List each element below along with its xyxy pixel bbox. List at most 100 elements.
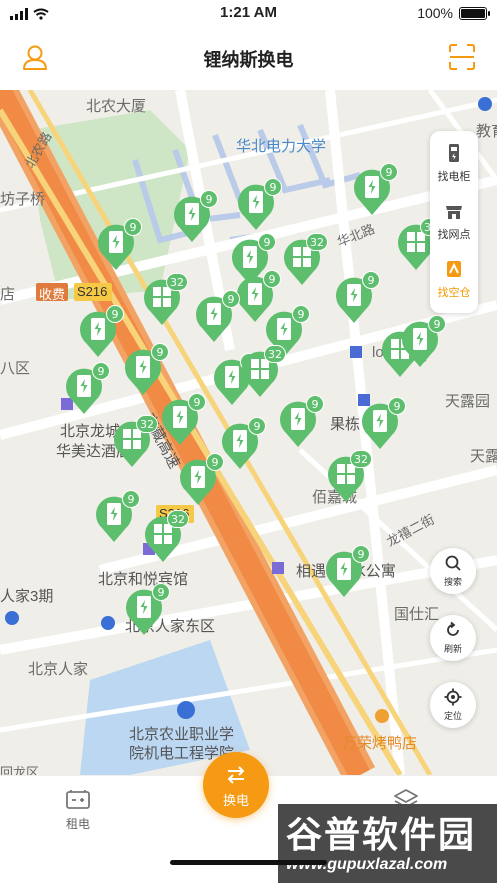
pin-count-badge: 9 [428, 315, 446, 333]
swap-arrows-icon [227, 766, 245, 784]
cabinet-icon [449, 144, 459, 162]
pin-count-badge: 9 [388, 397, 406, 415]
station-pin[interactable]: 9 [278, 395, 324, 448]
nav-bar: 锂纳斯换电 [0, 28, 497, 90]
pin-count-badge: 9 [362, 271, 380, 289]
locate-button[interactable]: 定位 [430, 682, 476, 728]
pin-count-badge: 32 [136, 415, 158, 433]
station-pin[interactable]: 9 [400, 315, 446, 368]
station-pin[interactable]: 9 [123, 343, 169, 396]
find-empty-slot-label: 找空仓 [437, 287, 471, 299]
map-label: 店 [0, 286, 16, 303]
pin-count-badge: 9 [188, 393, 206, 411]
map-label: 八区 [0, 360, 31, 377]
pin-count-badge: 9 [106, 305, 124, 323]
watermark-url: www.gupuxlazal.com [286, 856, 448, 873]
pin-count-badge: 32 [264, 345, 286, 363]
station-pin[interactable]: 32 [326, 450, 372, 503]
empty-slot-icon [447, 261, 461, 277]
station-pin[interactable]: 9 [78, 305, 124, 358]
station-pin[interactable]: 9 [96, 218, 142, 271]
map-label: 万荣烤鸭店 [342, 735, 418, 752]
station-pin[interactable]: 32 [282, 233, 328, 286]
pin-count-badge: 9 [152, 583, 170, 601]
map-label: 北农大厦 [86, 98, 147, 115]
pin-count-badge: 9 [92, 362, 110, 380]
find-empty-slot-button[interactable]: 找空仓 [430, 251, 478, 309]
map-label: 北京人家 [28, 661, 89, 678]
pin-count-badge: 9 [352, 545, 370, 563]
pin-count-badge: 9 [151, 343, 169, 361]
tab-rent-label: 租电 [65, 817, 90, 831]
watermark-title: 谷普软件园 [286, 814, 477, 855]
station-pin[interactable]: 9 [236, 178, 282, 231]
pin-count-badge: 9 [258, 233, 276, 251]
map-view[interactable]: 北农大厦 华北电力大学 北农路 华北路 收费 S216 北京龙城 华美达酒店 京… [0, 90, 497, 775]
route-label: S216 [77, 284, 108, 299]
map-label: 北京龙城 [60, 423, 121, 440]
find-cabinet-button[interactable]: 找电柜 [430, 135, 478, 193]
find-store-button[interactable]: 找网点 [430, 193, 478, 251]
swap-label: 换电 [222, 793, 249, 808]
station-pin[interactable]: 9 [64, 362, 110, 415]
pin-count-badge: 9 [248, 417, 266, 435]
station-pin[interactable]: 9 [194, 290, 240, 343]
store-icon [446, 206, 462, 219]
pin-count-badge: 9 [222, 290, 240, 308]
pin-count-badge: 32 [166, 273, 188, 291]
station-pin[interactable]: 9 [94, 490, 140, 543]
filter-panel: 找电柜 找网点 找空仓 [430, 131, 478, 313]
battery-rent-icon [66, 790, 90, 809]
map-label: 华北电力大学 [236, 138, 327, 155]
pin-count-badge: 32 [306, 233, 328, 251]
map-label: 天露 [470, 448, 497, 465]
battery-icon [459, 7, 490, 20]
watermark: 谷普软件园 www.gupuxlazal.com [278, 804, 497, 883]
search-label: 搜索 [443, 577, 462, 587]
pin-count-badge: 9 [124, 218, 142, 236]
refresh-label: 刷新 [443, 644, 462, 654]
pin-count-badge: 9 [380, 163, 398, 181]
toll-label: 收费 [39, 287, 66, 302]
station-pin[interactable]: 9 [178, 453, 224, 506]
station-pin[interactable]: 9 [352, 163, 398, 216]
pin-count-badge: 9 [264, 178, 282, 196]
map-label: 教育 [476, 123, 497, 140]
map-label: 果栋 [330, 416, 361, 433]
pin-count-badge: 9 [122, 490, 140, 508]
map-label: 北京农业职业学 [129, 726, 235, 743]
station-pin[interactable]: 32 [112, 415, 158, 468]
station-pin[interactable]: 9 [360, 397, 406, 450]
home-indicator [170, 860, 327, 865]
station-pin[interactable]: 9 [334, 271, 380, 324]
pin-count-badge: 9 [263, 270, 281, 288]
locate-icon [444, 688, 462, 706]
map-label: 天露园 [445, 393, 491, 410]
map-label: 坊子桥 [0, 191, 46, 208]
find-store-label: 找网点 [437, 229, 471, 241]
station-pin[interactable]: 9 [124, 583, 170, 636]
station-pin[interactable]: 32 [240, 345, 286, 398]
station-pin[interactable]: 9 [172, 190, 218, 243]
find-cabinet-label: 找电柜 [437, 171, 471, 183]
pin-count-badge: 9 [306, 395, 324, 413]
search-icon [445, 555, 461, 571]
station-pin[interactable]: 9 [220, 417, 266, 470]
map-label: 北京和悦宾馆 [98, 571, 189, 588]
status-bar: 1:21 AM 100% [0, 0, 497, 28]
refresh-icon [447, 621, 459, 636]
refresh-button[interactable]: 刷新 [430, 615, 476, 661]
search-button[interactable]: 搜索 [430, 548, 476, 594]
locate-label: 定位 [443, 711, 462, 721]
pin-count-badge: 9 [206, 453, 224, 471]
scan-icon[interactable] [447, 42, 477, 72]
pin-count-badge: 32 [350, 450, 372, 468]
station-pin[interactable]: 32 [143, 510, 189, 563]
station-pin[interactable]: 9 [324, 545, 370, 598]
map-label: 国仕汇 [394, 606, 440, 623]
map-label: 回龙区 [0, 765, 40, 775]
station-pin[interactable]: 9 [160, 393, 206, 446]
station-pin[interactable]: 32 [142, 273, 188, 326]
tab-rent[interactable]: 租电 [48, 788, 108, 832]
swap-battery-button[interactable]: 换电 [203, 752, 269, 818]
